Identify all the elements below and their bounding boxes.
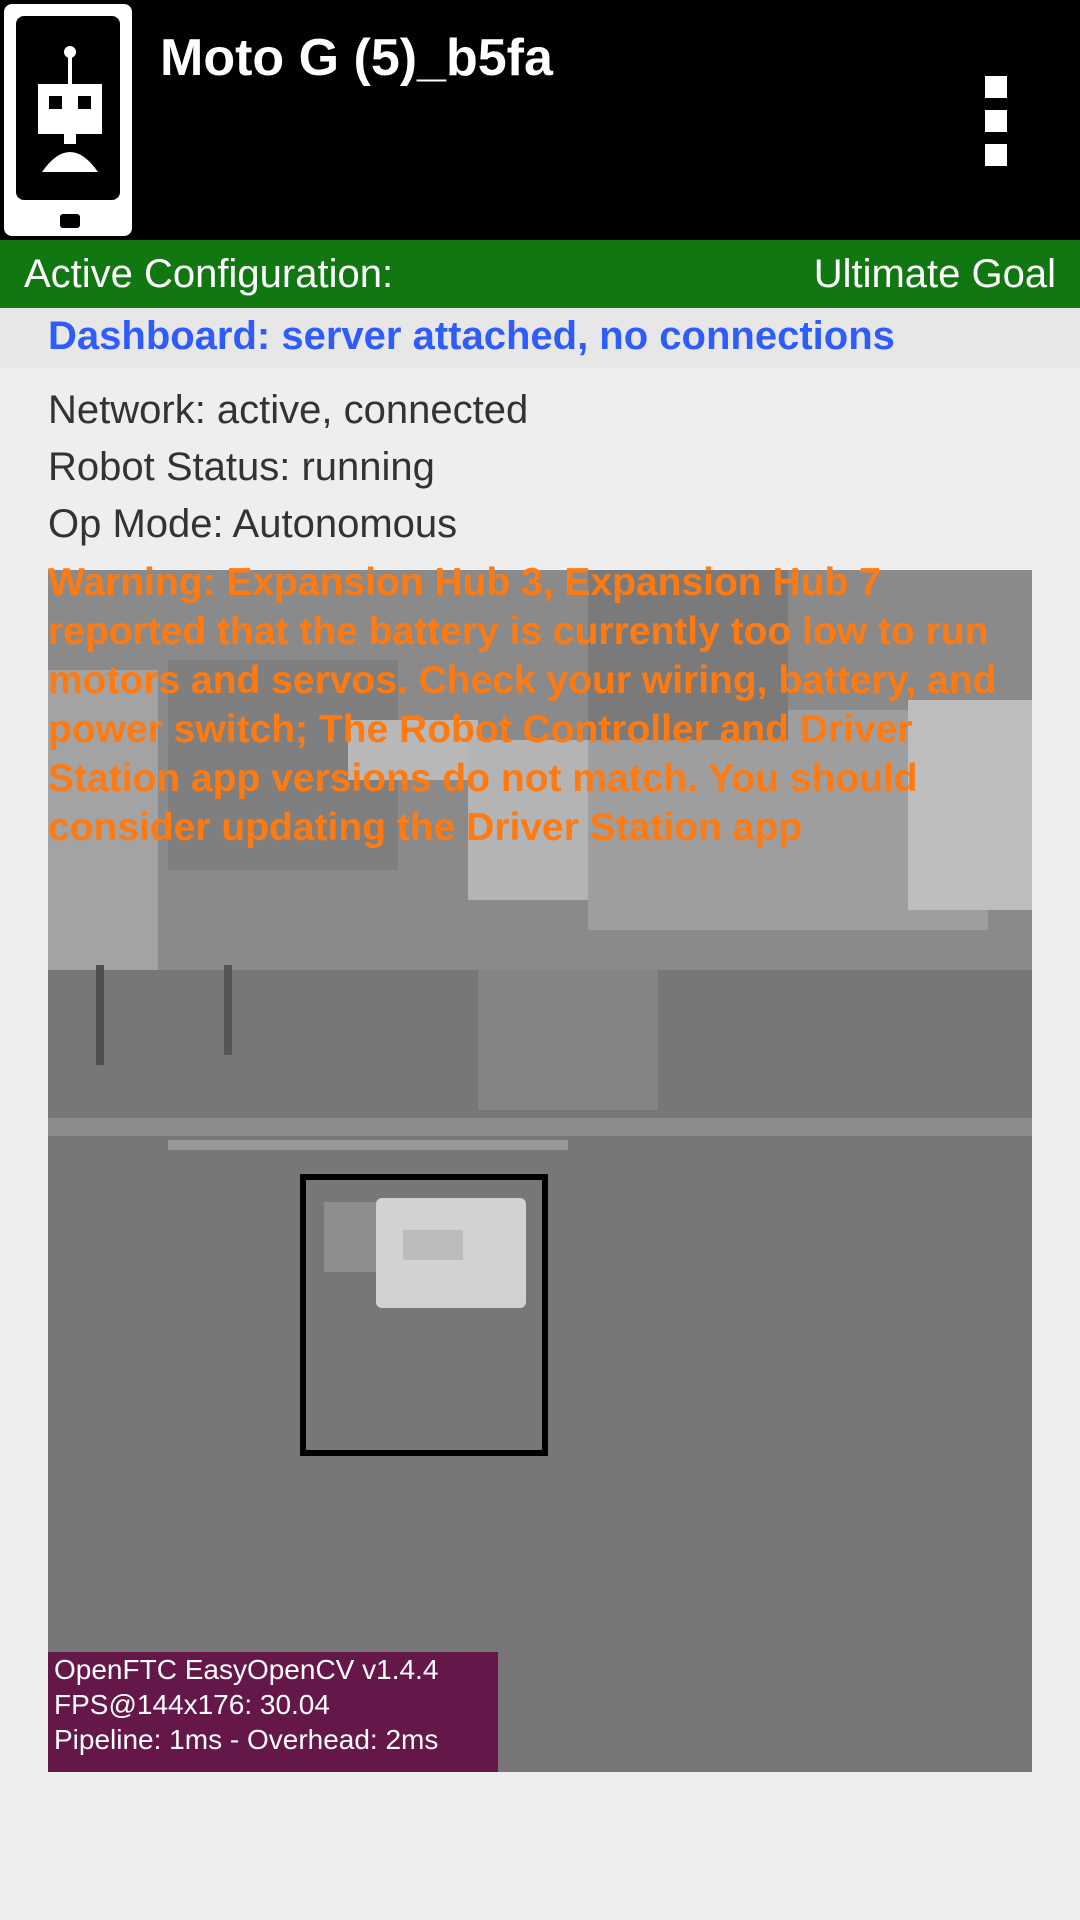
network-status: Network: active, connected bbox=[48, 388, 529, 432]
dashboard-status: Dashboard: server attached, no connectio… bbox=[48, 314, 895, 358]
overlay-version: OpenFTC EasyOpenCV v1.4.4 bbox=[54, 1654, 439, 1685]
overflow-menu-icon[interactable] bbox=[970, 66, 1022, 176]
robot-status: Robot Status: running bbox=[48, 445, 435, 489]
op-mode-status: Op Mode: Autonomous bbox=[48, 502, 458, 546]
detection-box bbox=[300, 1174, 548, 1456]
warning-message: Warning: Expansion Hub 3, Expansion Hub … bbox=[48, 561, 997, 849]
robot-controller-icon bbox=[4, 4, 132, 236]
camera-info-overlay: OpenFTC EasyOpenCV v1.4.4 FPS@144x176: 3… bbox=[48, 1652, 498, 1772]
active-configuration-bar: Active Configuration: Ultimate Goal bbox=[0, 240, 1080, 308]
app-title: Moto G (5)_b5fa bbox=[160, 29, 553, 87]
config-value: Ultimate Goal bbox=[813, 252, 1056, 296]
overlay-pipeline: Pipeline: 1ms - Overhead: 2ms bbox=[54, 1724, 439, 1755]
dashboard-status-band: Dashboard: server attached, no connectio… bbox=[0, 308, 1080, 368]
config-label: Active Configuration: bbox=[24, 252, 394, 296]
app-bar: Moto G (5)_b5fa bbox=[0, 0, 1080, 240]
overlay-fps: FPS@144x176: 30.04 bbox=[54, 1689, 330, 1720]
